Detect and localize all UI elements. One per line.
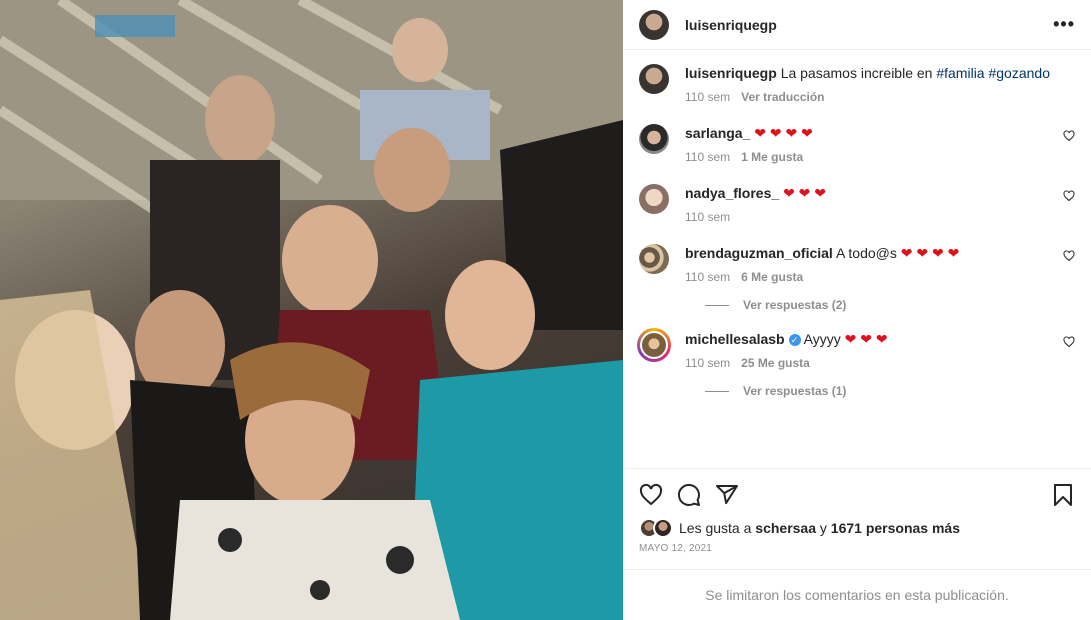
- likes-count-link[interactable]: 1671 personas más: [831, 520, 960, 536]
- heart-emoji: ❤ ❤ ❤ ❤: [900, 245, 960, 261]
- caption-time[interactable]: 110 sem: [685, 88, 730, 106]
- replies-divider: [705, 304, 729, 306]
- liker-avatar: [653, 518, 673, 538]
- caption-username[interactable]: luisenriquegp: [685, 65, 777, 81]
- post-header: luisenriquegp •••: [623, 0, 1091, 50]
- hashtag-gozando[interactable]: #gozando: [988, 65, 1050, 81]
- story-ring[interactable]: [637, 328, 671, 362]
- author-username[interactable]: luisenriquegp: [685, 17, 777, 33]
- comments-limited-notice: Se limitaron los comentarios en esta pub…: [623, 569, 1091, 620]
- comment-username[interactable]: brendaguzman_oficial: [685, 245, 833, 261]
- share-icon[interactable]: [715, 483, 739, 507]
- post-side-panel: luisenriquegp ••• luisenriquegp La pasam…: [623, 0, 1091, 620]
- comment-text: A todo@s: [835, 245, 897, 261]
- comment-time[interactable]: 110 sem: [685, 148, 730, 166]
- liker-username[interactable]: schersaa: [755, 520, 816, 536]
- verified-badge-icon: ✓: [788, 334, 801, 346]
- more-icon[interactable]: •••: [1053, 14, 1075, 35]
- comment-likes[interactable]: 1 Me gusta: [741, 148, 803, 166]
- comment-likes[interactable]: 6 Me gusta: [741, 268, 803, 286]
- like-comment-heart-icon[interactable]: [1063, 336, 1075, 348]
- comments-list: luisenriquegp La pasamos increible en #f…: [623, 50, 1091, 468]
- hashtag-familia[interactable]: #familia: [936, 65, 984, 81]
- comment-username[interactable]: michellesalasb: [685, 331, 785, 347]
- translate-link[interactable]: Ver traducción: [741, 88, 824, 106]
- comment-time[interactable]: 110 sem: [685, 354, 730, 372]
- caption-text: La pasamos increible en: [780, 65, 937, 81]
- comment-avatar[interactable]: [639, 244, 669, 274]
- like-comment-heart-icon[interactable]: [1063, 190, 1075, 202]
- caption-avatar[interactable]: [639, 64, 669, 94]
- heart-emoji: ❤ ❤ ❤ ❤: [754, 125, 813, 141]
- comment-text: Ayyyy: [803, 331, 841, 347]
- comment-avatar[interactable]: [639, 184, 669, 214]
- view-replies-button[interactable]: Ver respuestas (2): [705, 298, 1075, 312]
- post-actions: Les gusta a schersaa y 1671 personas más…: [623, 468, 1091, 554]
- post-date[interactable]: MAYO 12, 2021: [639, 543, 1075, 554]
- comment-avatar[interactable]: [639, 124, 669, 154]
- author-avatar[interactable]: [639, 9, 669, 40]
- comment-avatar: [640, 331, 668, 359]
- comment-time[interactable]: 110 sem: [685, 208, 730, 226]
- comment-username[interactable]: sarlanga_: [685, 125, 750, 141]
- group-photo-image: [0, 0, 623, 620]
- heart-emoji: ❤ ❤ ❤: [844, 331, 888, 347]
- comment-icon[interactable]: [677, 483, 701, 507]
- replies-divider: [705, 390, 729, 392]
- comment-likes[interactable]: 25 Me gusta: [741, 354, 810, 372]
- like-comment-heart-icon[interactable]: [1063, 250, 1075, 262]
- comment-item: nadya_flores_ ❤ ❤ ❤ 110 sem: [639, 184, 1075, 226]
- view-replies-button[interactable]: Ver respuestas (1): [705, 384, 1075, 398]
- comment-time[interactable]: 110 sem: [685, 268, 730, 286]
- heart-emoji: ❤ ❤ ❤: [783, 185, 827, 201]
- like-comment-heart-icon[interactable]: [1063, 130, 1075, 142]
- comment-item: michellesalasb ✓ Ayyyy ❤ ❤ ❤ 110 sem 25 …: [637, 328, 1075, 372]
- post-photo[interactable]: [0, 0, 623, 620]
- comment-username[interactable]: nadya_flores_: [685, 185, 779, 201]
- comment-item: brendaguzman_oficial A todo@s ❤ ❤ ❤ ❤ 11…: [639, 244, 1075, 286]
- heart-icon[interactable]: [639, 483, 663, 507]
- bookmark-icon[interactable]: [1051, 483, 1075, 507]
- likes-summary: Les gusta a schersaa y 1671 personas más: [639, 518, 1075, 538]
- comment-item: sarlanga_ ❤ ❤ ❤ ❤ 110 sem 1 Me gusta: [639, 124, 1075, 166]
- caption: luisenriquegp La pasamos increible en #f…: [639, 64, 1075, 106]
